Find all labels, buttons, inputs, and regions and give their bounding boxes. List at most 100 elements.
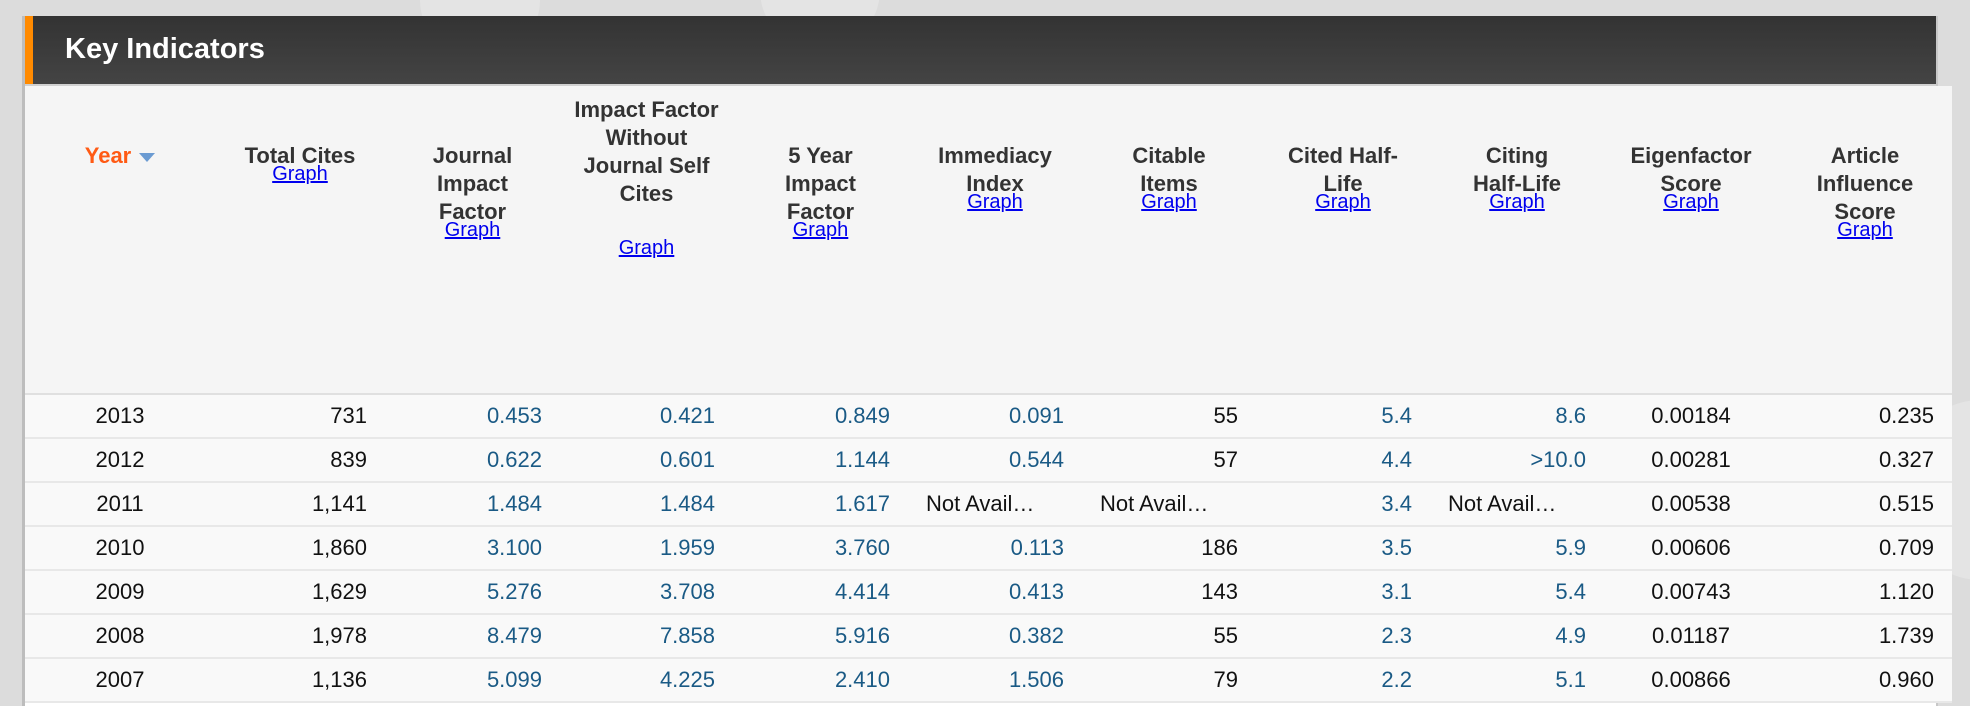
column-header-content: Article Influence Score Graph [1810, 142, 1920, 240]
column-header-year[interactable]: Year [25, 86, 215, 395]
cell-year: 2008 [25, 614, 215, 659]
cell-ais: 1.120 [1778, 570, 1952, 615]
graph-link-citable[interactable]: Graph [1119, 192, 1219, 212]
cell-five-year: 3.760 [733, 526, 908, 571]
cell-cited-hl: 3.1 [1256, 570, 1430, 615]
cell-eigen: 0.00538 [1604, 482, 1778, 527]
cell-citable: 143 [1082, 570, 1256, 615]
cell-eigen: 0.00184 [1604, 394, 1778, 439]
column-header-cited-hl[interactable]: Cited Half-Life Graph [1256, 86, 1430, 395]
accent-bar [25, 16, 33, 84]
cell-five-year: 4.414 [733, 570, 908, 615]
graph-link-cited-hl[interactable]: Graph [1283, 192, 1403, 212]
column-header-label: Citing Half-Life [1473, 143, 1561, 196]
cell-citable: 186 [1082, 526, 1256, 571]
column-header-content: Citable Items Graph [1119, 142, 1219, 212]
cell-jif-no-self: 0.601 [560, 438, 733, 483]
cell-citing-hl: 5.9 [1430, 526, 1604, 571]
cell-immediacy: 0.413 [908, 570, 1082, 615]
column-header-content: Total Cites Graph [245, 142, 356, 184]
column-header-label: Immediacy Index [938, 143, 1052, 196]
cell-jif-no-self: 7.858 [560, 614, 733, 659]
cell-citing-hl: >10.0 [1430, 438, 1604, 483]
column-header-label: Citable Items [1132, 143, 1206, 196]
cell-eigen: 0.01187 [1604, 614, 1778, 659]
cell-jif: 3.100 [385, 526, 560, 571]
cell-total-cites: 1,629 [215, 570, 385, 615]
cell-jif: 0.453 [385, 394, 560, 439]
column-header-immediacy[interactable]: Immediacy Index Graph [908, 86, 1082, 395]
cell-year: 2012 [25, 438, 215, 483]
column-header-content: Impact Factor Without Journal Self Cites… [572, 96, 722, 258]
cell-ais: 0.235 [1778, 394, 1952, 439]
cell-eigen: 0.00866 [1604, 658, 1778, 703]
graph-link-ais[interactable]: Graph [1810, 220, 1920, 240]
panel-title: Key Indicators [65, 33, 265, 65]
cell-year: 2013 [25, 394, 215, 439]
column-header-five-year[interactable]: 5 Year Impact Factor Graph [733, 86, 908, 395]
cell-ais: 1.739 [1778, 614, 1952, 659]
column-header-label: Eigenfactor Score [1630, 143, 1752, 196]
graph-link-jif-no-self[interactable]: Graph [572, 238, 722, 258]
cell-citable: 55 [1082, 614, 1256, 659]
cell-five-year: 2.410 [733, 658, 908, 703]
cell-citable: 55 [1082, 394, 1256, 439]
cell-ais: 0.327 [1778, 438, 1952, 483]
cell-year: 2011 [25, 482, 215, 527]
cell-immediacy: 0.544 [908, 438, 1082, 483]
cell-jif-no-self: 1.484 [560, 482, 733, 527]
column-header-total-cites[interactable]: Total Cites Graph [215, 86, 385, 395]
graph-link-jif[interactable]: Graph [418, 220, 528, 240]
column-header-jif-no-self[interactable]: Impact Factor Without Journal Self Cites… [560, 86, 733, 395]
column-header-citable[interactable]: Citable Items Graph [1082, 86, 1256, 395]
column-header-jif[interactable]: Journal Impact Factor Graph [385, 86, 560, 395]
table-row: 2008 1,978 8.479 7.858 5.916 0.382 55 2.3 4.9 0.0… [25, 614, 1952, 659]
cell-citing-hl: 4.9 [1430, 614, 1604, 659]
column-header-citing-hl[interactable]: Citing Half-Life Graph [1430, 86, 1604, 395]
column-header-ais[interactable]: Article Influence Score Graph [1778, 86, 1952, 395]
cell-total-cites: 1,136 [215, 658, 385, 703]
table-row: 2013 731 0.453 0.421 0.849 0.091 55 5.4 8.6 0.001… [25, 394, 1952, 439]
cell-jif-no-self: 1.959 [560, 526, 733, 571]
graph-link-eigen[interactable]: Graph [1621, 192, 1761, 212]
cell-year: 2007 [25, 658, 215, 703]
cell-five-year: 5.916 [733, 614, 908, 659]
cell-cited-hl: 3.5 [1256, 526, 1430, 571]
cell-ais: 0.515 [1778, 482, 1952, 527]
sort-descending-icon[interactable] [139, 152, 156, 162]
column-header-label: 5 Year Impact Factor [785, 143, 856, 224]
cell-eigen: 0.00281 [1604, 438, 1778, 483]
column-header-label: Impact Factor Without Journal Self Cites [574, 97, 719, 206]
graph-link-five-year[interactable]: Graph [766, 220, 876, 240]
cell-total-cites: 1,978 [215, 614, 385, 659]
cell-citing-hl: 5.1 [1430, 658, 1604, 703]
column-header-label: Cited Half-Life [1288, 143, 1398, 196]
panel-header: Key Indicators [25, 16, 1936, 86]
cell-immediacy: 0.382 [908, 614, 1082, 659]
cell-cited-hl: 5.4 [1256, 394, 1430, 439]
column-header-eigen[interactable]: Eigenfactor Score Graph [1604, 86, 1778, 395]
cell-total-cites: 1,860 [215, 526, 385, 571]
cell-citing-hl: 8.6 [1430, 394, 1604, 439]
cell-jif: 0.622 [385, 438, 560, 483]
cell-jif: 5.099 [385, 658, 560, 703]
cell-citable: 57 [1082, 438, 1256, 483]
cell-immediacy: 0.113 [908, 526, 1082, 571]
table-row: 2012 839 0.622 0.601 1.144 0.544 57 4.4 >10.0 0.0… [25, 438, 1952, 483]
column-header-content: Immediacy Index Graph [930, 142, 1060, 212]
cell-five-year: 1.144 [733, 438, 908, 483]
cell-citable: 79 [1082, 658, 1256, 703]
column-header-content: Journal Impact Factor Graph [418, 142, 528, 240]
graph-link-immediacy[interactable]: Graph [930, 192, 1060, 212]
cell-year: 2009 [25, 570, 215, 615]
cell-five-year: 1.617 [733, 482, 908, 527]
column-header-label: Journal Impact Factor [432, 143, 513, 224]
cell-jif: 5.276 [385, 570, 560, 615]
cell-total-cites: 839 [215, 438, 385, 483]
column-header-label[interactable]: Year [85, 143, 132, 168]
cell-cited-hl: 2.2 [1256, 658, 1430, 703]
cell-total-cites: 731 [215, 394, 385, 439]
table-body: 2013 731 0.453 0.421 0.849 0.091 55 5.4 8.6 0.001… [25, 394, 1952, 703]
column-header-content: 5 Year Impact Factor Graph [766, 142, 876, 240]
table-row: 2010 1,860 3.100 1.959 3.760 0.113 186 3.5 5.9 0.… [25, 526, 1952, 571]
